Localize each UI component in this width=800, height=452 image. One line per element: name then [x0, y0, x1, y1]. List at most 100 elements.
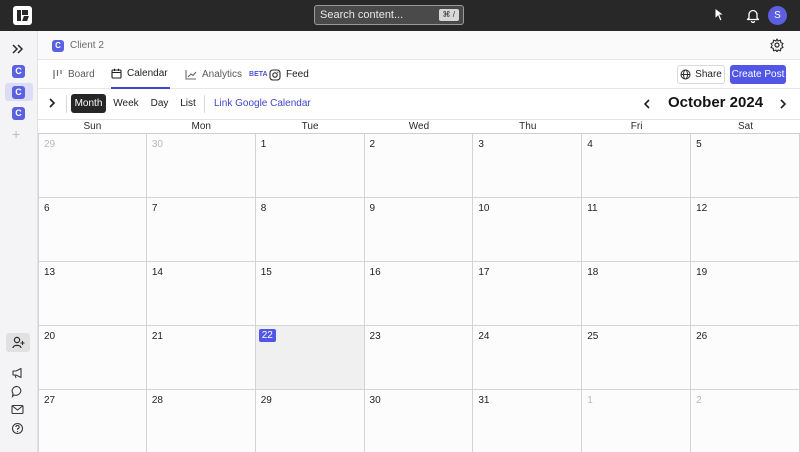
day-number: 20 — [44, 331, 56, 342]
calendar-day-cell[interactable]: 2 — [691, 390, 800, 452]
search-input[interactable]: Search content... ⌘ / — [314, 5, 464, 25]
search-shortcut-badge: ⌘ / — [438, 9, 459, 21]
calendar-icon — [111, 68, 122, 79]
calendar-day-cell[interactable]: 14 — [146, 262, 256, 326]
day-number: 29 — [260, 395, 272, 406]
calendar-day-cell[interactable]: 13 — [38, 262, 147, 326]
share-button[interactable]: Share — [677, 65, 725, 84]
calendar-day-cell[interactable]: 20 — [38, 326, 147, 390]
weekday-label: Fri — [630, 121, 643, 132]
calendar-week-row: 27 28 29 30 31 1 2 — [38, 390, 800, 452]
weekday-label: Sat — [737, 121, 753, 132]
gear-icon[interactable] — [770, 38, 784, 52]
app-logo-icon[interactable] — [13, 6, 32, 25]
calendar-day-cell[interactable]: 12 — [691, 198, 800, 262]
day-number: 3 — [478, 139, 484, 150]
calendar-day-cell[interactable]: 26 — [691, 326, 800, 390]
calendar-day-cell[interactable]: 30 — [146, 134, 256, 198]
view-week-button[interactable]: Week — [111, 94, 141, 113]
day-number: 8 — [260, 203, 267, 214]
link-google-calendar-link[interactable]: Link Google Calendar — [214, 98, 311, 109]
day-number: 17 — [478, 267, 490, 278]
calendar-week-row: 20 21 22 23 24 25 26 — [38, 326, 800, 390]
day-number: 10 — [478, 203, 490, 214]
client-badge: C — [52, 40, 64, 52]
calendar-day-cell[interactable]: 24 — [473, 326, 583, 390]
day-number: 5 — [696, 139, 702, 150]
sidebar-client-1[interactable]: C — [12, 65, 25, 78]
calendar-week-row: 6 7 8 9 10 11 12 — [38, 198, 800, 262]
day-number: 13 — [44, 267, 56, 278]
calendar-day-cell[interactable]: 16 — [364, 262, 474, 326]
day-number: 15 — [260, 267, 272, 278]
calendar-day-cell[interactable]: 11 — [582, 198, 692, 262]
weekday-label: Tue — [301, 121, 319, 132]
day-number: 23 — [369, 331, 381, 342]
help-icon[interactable] — [11, 422, 24, 435]
tab-feed[interactable]: Feed — [269, 60, 309, 89]
calendar-week-row: 13 14 15 16 17 18 19 — [38, 262, 800, 326]
user-avatar[interactable]: S — [768, 6, 787, 25]
toolbar-divider — [204, 95, 205, 113]
chat-bubble-icon[interactable] — [11, 385, 24, 398]
create-post-button[interactable]: Create Post — [730, 65, 786, 84]
tab-calendar[interactable]: Calendar — [111, 60, 170, 89]
calendar-day-cell[interactable]: 27 — [38, 390, 147, 452]
calendar-day-cell[interactable]: 9 — [364, 198, 474, 262]
calendar-day-cell[interactable]: 3 — [473, 134, 583, 198]
chevron-right-icon[interactable] — [47, 97, 57, 109]
month-calendar: Sun Mon Tue Wed Thu Fri Sat 29 30 1 2 3 4 5 6 7 8… — [38, 119, 800, 452]
day-number: 19 — [696, 267, 708, 278]
calendar-day-cell[interactable]: 10 — [473, 198, 583, 262]
day-number: 2 — [369, 139, 376, 150]
weekday-label: Wed — [408, 121, 430, 132]
calendar-day-cell[interactable]: 1 — [255, 134, 365, 198]
expand-sidebar-icon[interactable] — [11, 43, 25, 55]
view-month-button[interactable]: Month — [71, 94, 106, 113]
next-month-icon[interactable] — [778, 98, 788, 110]
day-number: 26 — [696, 331, 708, 342]
mouse-cursor-icon — [714, 7, 725, 22]
calendar-day-cell[interactable]: 30 — [364, 390, 474, 452]
instagram-icon — [269, 68, 281, 81]
calendar-day-cell[interactable]: 5 — [691, 134, 800, 198]
calendar-day-cell[interactable]: 25 — [582, 326, 692, 390]
sidebar-client-2[interactable]: C — [12, 86, 25, 99]
previous-month-icon[interactable] — [642, 98, 652, 110]
invite-user-button[interactable] — [6, 333, 30, 352]
calendar-day-cell[interactable]: 28 — [146, 390, 256, 452]
day-number: 25 — [587, 331, 599, 342]
add-client-button[interactable]: + — [12, 126, 20, 142]
tab-feed-label: Feed — [286, 69, 309, 80]
calendar-day-cell[interactable]: 23 — [364, 326, 474, 390]
calendar-day-cell[interactable]: 8 — [255, 198, 365, 262]
day-number: 9 — [369, 203, 376, 214]
add-user-icon — [12, 336, 25, 349]
calendar-day-cell[interactable]: 4 — [582, 134, 692, 198]
mail-icon[interactable] — [11, 404, 24, 415]
sidebar-client-3[interactable]: C — [12, 107, 25, 120]
megaphone-icon[interactable] — [11, 367, 25, 379]
calendar-day-cell[interactable]: 19 — [691, 262, 800, 326]
view-list-button[interactable]: List — [177, 94, 199, 113]
calendar-day-cell[interactable]: 18 — [582, 262, 692, 326]
calendar-day-cell[interactable]: 2 — [364, 134, 474, 198]
view-day-button[interactable]: Day — [147, 94, 172, 113]
tab-analytics[interactable]: Analytics BETA — [185, 60, 268, 89]
calendar-day-cell-today[interactable]: 22 — [255, 326, 365, 390]
calendar-day-cell[interactable]: 17 — [473, 262, 583, 326]
calendar-day-cell[interactable]: 6 — [38, 198, 147, 262]
calendar-day-cell[interactable]: 1 — [582, 390, 692, 452]
calendar-day-cell[interactable]: 31 — [473, 390, 583, 452]
day-number: 14 — [151, 267, 163, 278]
notifications-bell-icon[interactable] — [746, 8, 760, 23]
tab-board[interactable]: Board — [52, 60, 95, 89]
calendar-day-cell[interactable]: 29 — [38, 134, 147, 198]
day-number: 4 — [587, 139, 593, 150]
calendar-day-cell[interactable]: 7 — [146, 198, 256, 262]
day-number: 22 — [258, 329, 276, 342]
calendar-day-cell[interactable]: 15 — [255, 262, 365, 326]
calendar-day-cell[interactable]: 29 — [255, 390, 365, 452]
tab-calendar-label: Calendar — [127, 68, 168, 79]
calendar-day-cell[interactable]: 21 — [146, 326, 256, 390]
